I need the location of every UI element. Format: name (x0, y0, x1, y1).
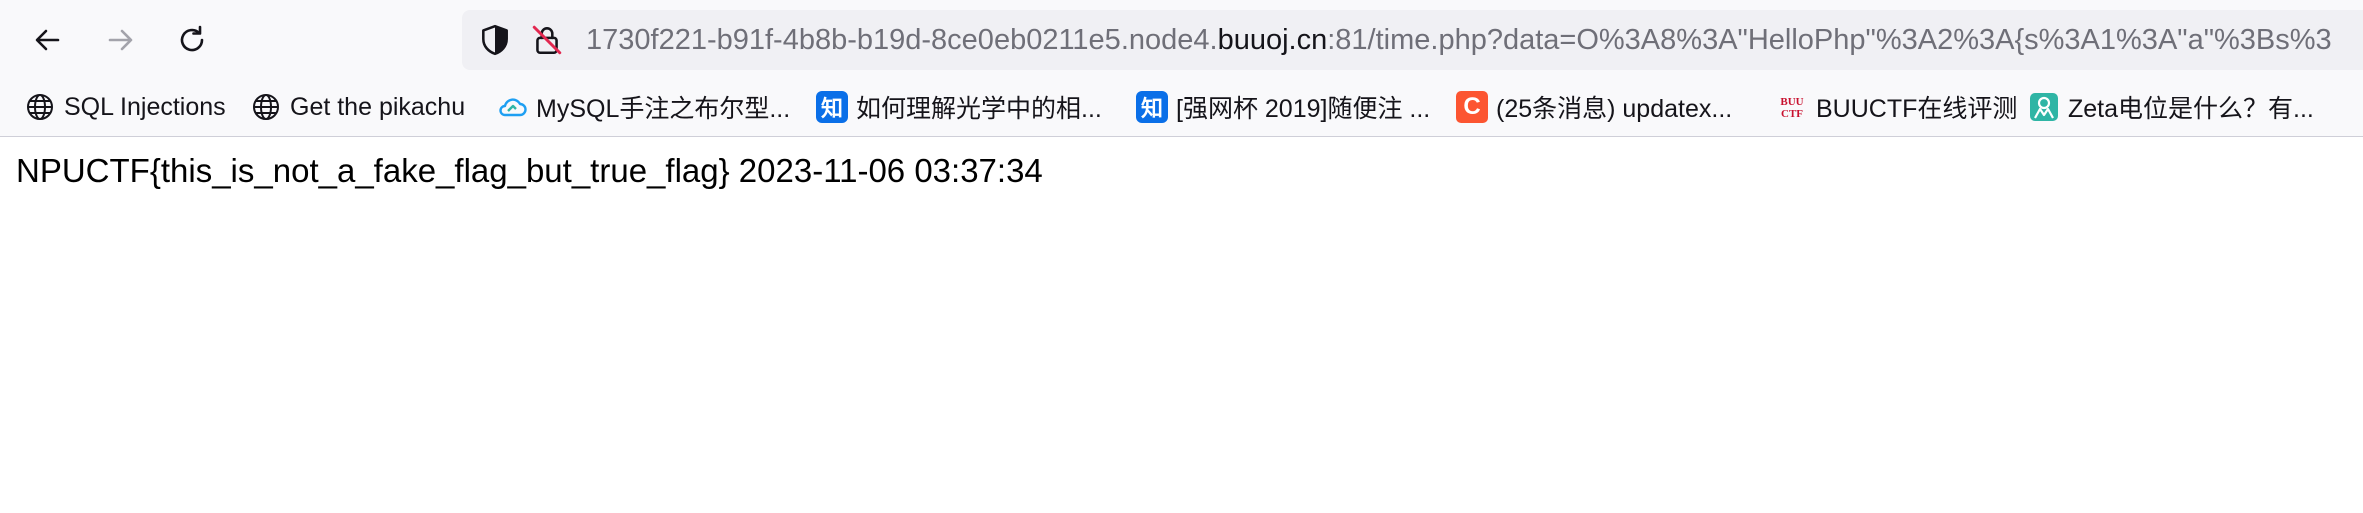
bookmark-sql-injections[interactable]: SQL Injections (24, 84, 226, 130)
bookmark-qiangwang-2019[interactable]: 知 [强网杯 2019]随便注 ... (1136, 84, 1430, 130)
bookmark-label: (25条消息) updatex... (1496, 95, 1733, 123)
page-output-text: NPUCTF{this_is_not_a_fake_flag_but_true_… (16, 152, 1043, 189)
browser-chrome: 1730f221-b91f-4b8b-b19d-8ce0eb0211e5.nod… (0, 0, 2363, 137)
bookmark-get-the-pikachu[interactable]: Get the pikachu (250, 84, 465, 130)
svg-text:BUU: BUU (1780, 96, 1803, 108)
url-bar[interactable]: 1730f221-b91f-4b8b-b19d-8ce0eb0211e5.nod… (462, 10, 2363, 70)
bookmark-mysql-boolean[interactable]: MySQL手注之布尔型... (496, 84, 790, 130)
zhihu-icon: 知 (816, 91, 848, 123)
globe-icon (250, 91, 282, 123)
buuctf-icon: BUU CTF (1776, 91, 1808, 123)
bookmark-label: MySQL手注之布尔型... (536, 95, 791, 123)
cloud-icon (496, 91, 528, 123)
bookmark-label: Zeta电位是什么？有... (2068, 95, 2314, 123)
arrow-left-icon (35, 29, 60, 51)
person-icon (2028, 91, 2060, 123)
back-button[interactable] (28, 20, 68, 60)
bookmark-label: SQL Injections (64, 92, 226, 121)
reload-button[interactable] (172, 20, 212, 60)
bookmark-label: 如何理解光学中的相... (856, 95, 1102, 123)
bookmarks-bar: SQL Injections Get the pikachu MySQL手注之布… (0, 84, 2363, 130)
bookmark-label: [强网杯 2019]随便注 ... (1176, 95, 1431, 123)
url-text[interactable]: 1730f221-b91f-4b8b-b19d-8ce0eb0211e5.nod… (586, 10, 2332, 70)
bookmark-label: Get the pikachu (290, 92, 466, 121)
arrow-right-icon (108, 29, 133, 51)
reload-icon (180, 25, 204, 52)
url-prefix: 1730f221-b91f-4b8b-b19d-8ce0eb0211e5.nod… (586, 24, 1218, 56)
url-domain: buuoj.cn (1217, 24, 1328, 56)
forward-button[interactable] (100, 20, 140, 60)
bookmark-buuctf[interactable]: BUU CTF BUUCTF在线评测 (1776, 84, 2017, 130)
zhihu-icon: 知 (1136, 91, 1168, 123)
tracking-shield-icon[interactable] (478, 23, 512, 57)
navigation-bar: 1730f221-b91f-4b8b-b19d-8ce0eb0211e5.nod… (0, 0, 2363, 80)
url-path: :81/time.php?data=O%3A8%3A"HelloPhp"%3A2… (1327, 24, 2332, 56)
csdn-icon: C (1456, 91, 1488, 123)
bookmark-updatexml[interactable]: C (25条消息) updatex... (1456, 84, 1732, 130)
globe-icon (24, 91, 56, 123)
bookmark-optics-phase[interactable]: 知 如何理解光学中的相... (816, 84, 1102, 130)
svg-text:CTF: CTF (1781, 108, 1803, 120)
insecure-lock-icon[interactable] (530, 23, 564, 57)
bookmark-zeta-potential[interactable]: Zeta电位是什么？有... (2028, 84, 2314, 130)
bookmark-label: BUUCTF在线评测 (1816, 95, 2018, 123)
